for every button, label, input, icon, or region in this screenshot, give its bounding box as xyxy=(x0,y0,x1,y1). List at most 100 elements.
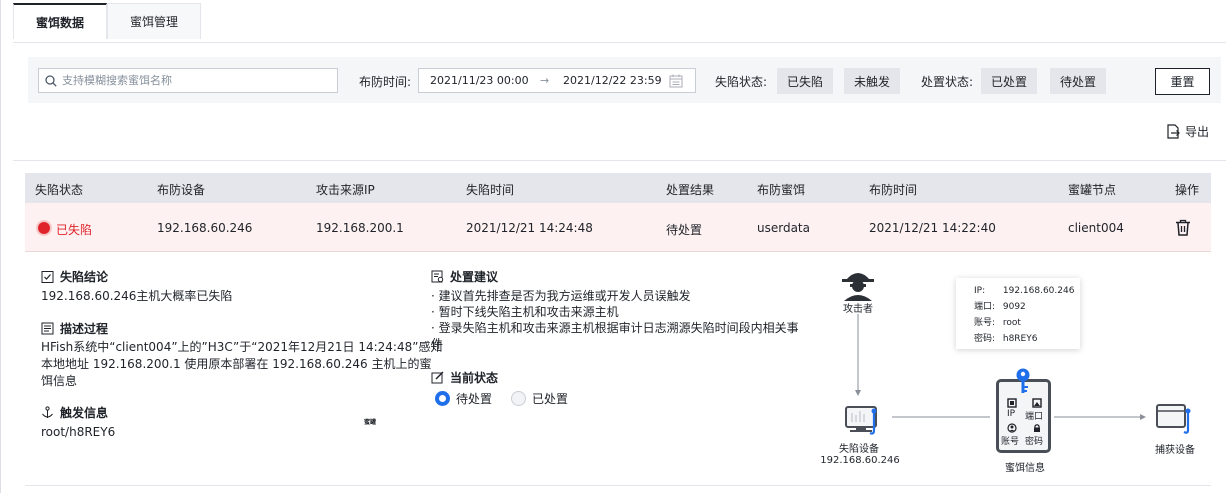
honey-info-label: 蜜饵信息 xyxy=(1005,463,1045,474)
header-defense-time[interactable]: 布防时间 xyxy=(869,181,917,198)
date-separator-icon: → xyxy=(540,74,550,87)
section-title-text: 描述过程 xyxy=(60,322,109,336)
ip-icon xyxy=(1007,398,1017,408)
anchor-icon xyxy=(42,406,53,418)
advice-list: · 建议首先排查是否为我方运维或开发人员误触发 · 暂时下线失陷主机和攻击来源主… xyxy=(431,288,799,352)
radio-label: 待处置 xyxy=(456,392,493,406)
tab-bait-data[interactable]: 蜜饵数据 xyxy=(13,3,108,39)
chip-label: 待处置 xyxy=(1060,74,1097,89)
header-trap-status[interactable]: 失陷状态 xyxy=(35,181,83,198)
tooltip-key: IP: xyxy=(974,286,986,296)
cell-device: 192.168.60.246 xyxy=(157,221,253,235)
tab-bait-management[interactable]: 蜜饵管理 xyxy=(107,3,202,39)
radio-checked-icon[interactable] xyxy=(435,391,450,406)
tooltip-value: root xyxy=(1002,318,1021,328)
account-text: 账号 xyxy=(1001,437,1020,447)
trash-icon[interactable] xyxy=(1175,219,1191,236)
device-ip-label: 192.168.60.246 xyxy=(820,455,900,466)
search-box[interactable] xyxy=(38,68,338,93)
lock-icon xyxy=(1034,424,1040,432)
tooltip-value: 192.168.60.246 xyxy=(1002,286,1075,296)
page: 蜜饵数据 蜜饵管理 布防时间: 2021/11/23 00:00 → 2021/… xyxy=(0,0,1226,493)
tooltip-key: 密码: xyxy=(974,334,996,344)
reset-label: 重置 xyxy=(1170,75,1195,89)
date-start[interactable]: 2021/11/23 00:00 xyxy=(430,74,529,87)
trap-status-compromised-chip[interactable]: 已失陷 xyxy=(777,68,834,94)
tooltip-value: h8REY6 xyxy=(1002,334,1038,344)
compromised-dot-icon xyxy=(38,222,50,234)
document-icon xyxy=(41,322,54,335)
table-header: 失陷状态 布防设备 攻击来源IP 失陷时间 处置结果 布防蜜饵 布防时间 蜜罐节… xyxy=(25,173,1211,203)
capture-device-icon xyxy=(1156,404,1191,434)
edit-icon xyxy=(431,371,444,384)
header-action: 操作 xyxy=(1175,183,1200,197)
cell-bait: userdata xyxy=(757,221,810,235)
tab-label: 蜜饵数据 xyxy=(36,15,85,30)
handle-status-label: 处置状态: xyxy=(921,75,974,89)
cell-node: client004 xyxy=(1068,221,1124,235)
header-node[interactable]: 蜜罐节点 xyxy=(1068,181,1116,198)
process-text: HFish系统中“client004”上的”H3C”于“2021年12月21日 … xyxy=(41,339,442,390)
filter-bar: 布防时间: 2021/11/23 00:00 → 2021/12/22 23:5… xyxy=(28,57,1221,103)
search-input[interactable] xyxy=(62,74,322,87)
advice-item: · 建议首先排查是否为我方运维或开发人员误触发 xyxy=(431,289,691,303)
header-device[interactable]: 布防设备 xyxy=(157,181,205,198)
honey-info-box[interactable]: IP 端口 账号 密码 xyxy=(996,368,1051,453)
cell-source-ip: 192.168.200.1 xyxy=(316,221,404,235)
header-result[interactable]: 处置结果 xyxy=(666,181,714,198)
advice-icon xyxy=(431,270,444,283)
advice-item: 件 xyxy=(431,337,444,351)
advice-section-title: 处置建议 xyxy=(431,268,498,285)
export-icon xyxy=(1167,124,1180,139)
process-line: HFish系统中“client004”上的”H3C”于“2021年12月21日 … xyxy=(41,340,443,354)
trap-status-untriggered-chip[interactable]: 未触发 xyxy=(844,68,901,94)
honey-info-tooltip: IP: 192.168.60.246 端口: 9092 账号: root 密码:… xyxy=(956,278,1080,349)
cell-status: 已失陷 xyxy=(56,223,93,237)
tooltip-row: 账号: root xyxy=(974,315,1080,331)
header-trap-time[interactable]: 失陷时间 xyxy=(466,181,514,198)
search-icon xyxy=(45,74,57,87)
tooltip-value: 9092 xyxy=(1002,302,1026,312)
handle-status-handled-chip[interactable]: 已处置 xyxy=(981,68,1038,94)
cell-result: 待处置 xyxy=(666,223,703,237)
process-line: 本地地址 192.168.200.1 使用原本部署在 192.168.60.24… xyxy=(41,357,432,371)
process-line: 饵信息 xyxy=(41,374,78,388)
trap-status-label: 失陷状态: xyxy=(715,75,768,89)
header-source-ip[interactable]: 攻击来源IP xyxy=(316,181,375,198)
export-label: 导出 xyxy=(1185,125,1210,139)
tooltip-row: 密码: h8REY6 xyxy=(974,331,1080,347)
radio-unchecked-icon[interactable] xyxy=(511,391,526,406)
tab-divider xyxy=(13,42,1226,43)
trigger-section-title: 触发信息 xyxy=(41,404,108,421)
table-row[interactable]: 已失陷 192.168.60.246 192.168.200.1 2021/12… xyxy=(25,203,1211,252)
header-bait[interactable]: 布防蜜饵 xyxy=(757,181,805,198)
tab-bar: 蜜饵数据 蜜饵管理 xyxy=(13,3,202,43)
conclusion-section-title: 失陷结论 xyxy=(41,268,108,285)
radio-handled[interactable]: 已处置 xyxy=(511,390,568,407)
defense-time-label: 布防时间: xyxy=(359,75,412,89)
date-range-picker[interactable]: 2021/11/23 00:00 → 2021/12/22 23:59 xyxy=(418,68,696,93)
advice-item: · 暂时下线失陷主机和攻击来源主机 xyxy=(431,305,619,319)
advice-item: · 登录失陷主机和攻击来源主机根据审计日志溯源失陷时间段内相关事 xyxy=(431,321,799,335)
compromised-device-icon xyxy=(845,406,877,435)
radio-pending[interactable]: 待处置 xyxy=(435,390,492,407)
cell-defense-time: 2021/12/21 14:22:40 xyxy=(869,221,996,235)
capture-badge-text: 蜜罐 xyxy=(364,419,377,426)
date-end[interactable]: 2021/12/22 23:59 xyxy=(563,74,662,87)
port-text: 端口 xyxy=(1025,412,1044,422)
checklist-icon xyxy=(41,271,54,283)
capture-device-label: 捕获设备 xyxy=(1155,445,1195,456)
section-title-text: 触发信息 xyxy=(60,406,109,420)
password-text: 密码 xyxy=(1025,437,1044,447)
tooltip-row: IP: 192.168.60.246 xyxy=(974,283,1080,299)
chip-label: 已处置 xyxy=(991,74,1028,89)
handle-status-pending-chip[interactable]: 待处置 xyxy=(1050,68,1107,94)
attacker-label: 攻击者 xyxy=(843,304,873,315)
section-title-text: 失陷结论 xyxy=(60,270,109,284)
reset-button[interactable]: 重置 xyxy=(1155,68,1210,95)
current-status-title: 当前状态 xyxy=(431,369,498,386)
export-button[interactable]: 导出 xyxy=(1166,123,1209,140)
ip-text: IP xyxy=(1007,409,1016,419)
cell-trap-time: 2021/12/21 14:24:48 xyxy=(466,221,593,235)
section-title-text: 当前状态 xyxy=(450,371,499,385)
